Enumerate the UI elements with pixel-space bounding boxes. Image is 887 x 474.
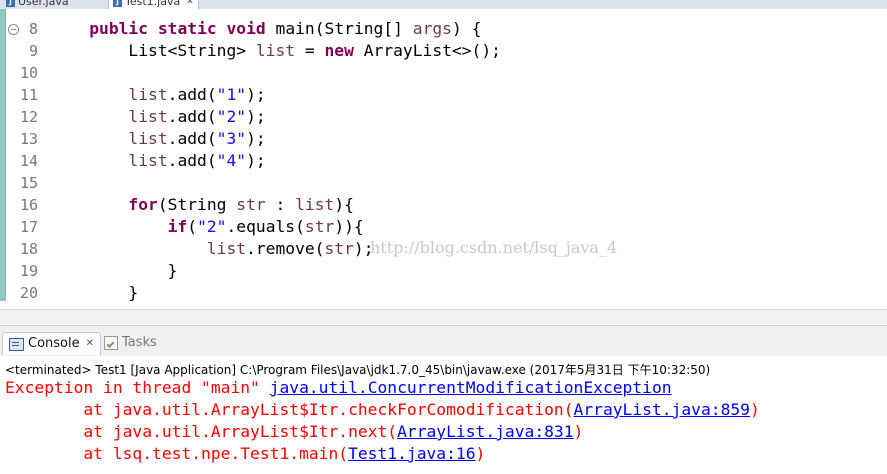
panel-tab-bar: Console ✕ Tasks xyxy=(0,326,887,356)
tasks-icon xyxy=(104,336,118,350)
console-panel: Console ✕ Tasks <terminated> Test1 [Java… xyxy=(0,325,887,474)
code-line[interactable]: 13 list.add("3"); xyxy=(0,128,887,150)
code-text[interactable]: } xyxy=(50,282,138,304)
watermark: http://blog.csdn.net/lsq_java_4 xyxy=(370,238,618,257)
stacktrace-link[interactable]: Test1.java:16 xyxy=(348,444,475,463)
tab-console[interactable]: Console ✕ xyxy=(2,332,101,355)
code-text[interactable]: list.add("1"); xyxy=(50,84,265,106)
code-line[interactable]: −8 public static void main(String[] args… xyxy=(0,18,887,40)
editor-tab-bar: J User.java J Test1.java ✕ xyxy=(0,0,887,9)
code-line[interactable]: 14 list.add("4"); xyxy=(0,150,887,172)
code-line[interactable]: 17 if("2".equals(str)){ xyxy=(0,216,887,238)
console-line: at java.util.ArrayList$Itr.checkForComod… xyxy=(5,399,760,421)
line-number: 19 xyxy=(19,262,38,280)
code-text[interactable]: for(String str : list){ xyxy=(50,194,354,216)
error-text: at java.util.ArrayList$Itr.next( xyxy=(5,422,398,441)
code-text[interactable]: list.add("2"); xyxy=(50,106,265,128)
code-text[interactable]: public static void main(String[] args) { xyxy=(50,18,481,40)
line-number: 20 xyxy=(19,284,38,302)
line-number: 12 xyxy=(19,108,38,126)
code-line[interactable]: 16 for(String str : list){ xyxy=(0,194,887,216)
error-text: Exception in thread "main" xyxy=(5,378,270,397)
line-number: 10 xyxy=(19,64,38,82)
java-file-icon: J xyxy=(113,0,122,7)
code-line[interactable]: 15 xyxy=(0,172,887,194)
java-file-icon: J xyxy=(6,0,15,7)
line-number: 14 xyxy=(19,152,38,170)
line-number: 8 xyxy=(28,20,38,38)
tab-label: Console xyxy=(28,336,80,351)
code-line[interactable]: 20 } xyxy=(0,282,887,304)
code-line[interactable]: 12 list.add("2"); xyxy=(0,106,887,128)
error-text: ) xyxy=(749,400,760,419)
line-number: 13 xyxy=(19,130,38,148)
console-line: Exception in thread "main" java.util.Con… xyxy=(5,377,672,399)
console-line: at lsq.test.npe.Test1.main(Test1.java:16… xyxy=(5,443,485,465)
code-text[interactable]: List<String> list = new ArrayList<>(); xyxy=(50,40,501,62)
error-text: at java.util.ArrayList$Itr.checkForComod… xyxy=(5,400,574,419)
code-text[interactable]: list.add("3"); xyxy=(50,128,265,150)
line-number: 18 xyxy=(19,240,38,258)
close-icon[interactable]: ✕ xyxy=(186,0,194,9)
close-icon[interactable]: ✕ xyxy=(86,333,94,355)
code-text[interactable]: if("2".equals(str)){ xyxy=(50,216,364,238)
console-status: <terminated> Test1 [Java Application] C:… xyxy=(5,363,711,377)
tab-label: Test1.java xyxy=(125,0,181,8)
code-text[interactable]: list.add("4"); xyxy=(50,150,265,172)
code-text[interactable]: list.remove(str); xyxy=(50,238,374,260)
horizontal-scrollbar[interactable] xyxy=(0,309,887,324)
line-number: 16 xyxy=(19,196,38,214)
stacktrace-link[interactable]: ArrayList.java:859 xyxy=(574,400,750,419)
stacktrace-link[interactable]: ArrayList.java:831 xyxy=(397,422,573,441)
tab-label: User.java xyxy=(18,0,69,8)
code-line[interactable]: 10 xyxy=(0,62,887,84)
line-number: 15 xyxy=(19,174,38,192)
error-text: at lsq.test.npe.Test1.main( xyxy=(5,444,349,463)
line-number: 11 xyxy=(19,86,38,104)
error-text: ) xyxy=(475,444,486,463)
code-line[interactable]: 19 } xyxy=(0,260,887,282)
code-text[interactable]: } xyxy=(50,260,178,282)
tab-test1-java[interactable]: J Test1.java ✕ xyxy=(108,0,199,9)
line-number: 17 xyxy=(19,218,38,236)
line-number: 9 xyxy=(28,42,38,60)
tab-label: Tasks xyxy=(122,335,157,350)
error-text: ) xyxy=(573,422,584,441)
console-line: at java.util.ArrayList$Itr.next(ArrayLis… xyxy=(5,421,583,443)
console-icon xyxy=(9,337,24,351)
tab-user-java[interactable]: J User.java xyxy=(2,0,73,9)
stacktrace-link[interactable]: java.util.ConcurrentModificationExceptio… xyxy=(270,378,672,397)
tab-tasks[interactable]: Tasks xyxy=(98,332,163,354)
code-line[interactable]: 9 List<String> list = new ArrayList<>(); xyxy=(0,40,887,62)
code-line[interactable]: 11 list.add("1"); xyxy=(0,84,887,106)
